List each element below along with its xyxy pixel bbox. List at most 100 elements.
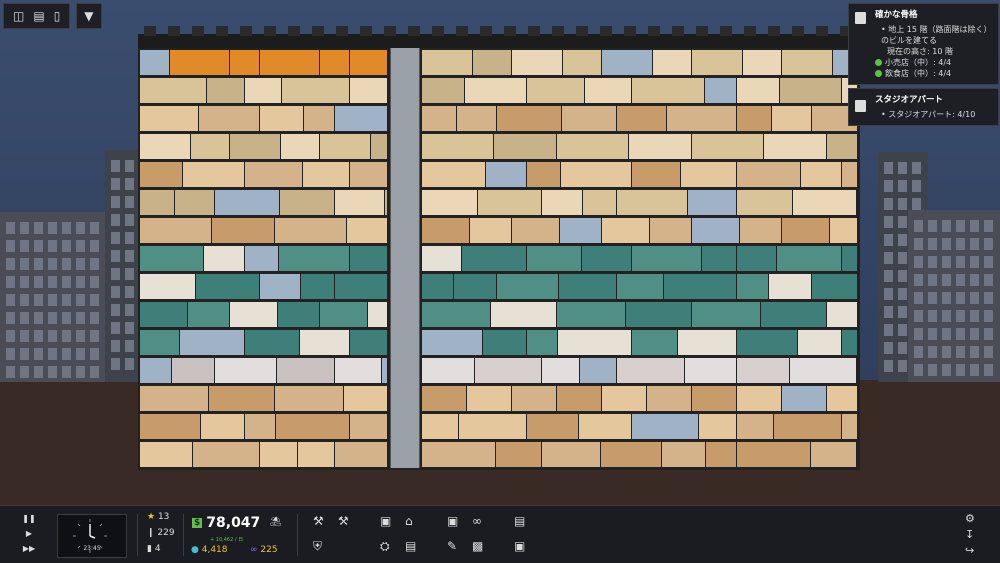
tower-floor[interactable] xyxy=(140,272,858,299)
tower-room[interactable] xyxy=(422,414,458,439)
tower-room[interactable] xyxy=(335,190,384,215)
tower-room[interactable] xyxy=(496,442,541,467)
tower-room[interactable] xyxy=(422,162,485,187)
tower-room[interactable] xyxy=(692,386,736,411)
tower-room[interactable] xyxy=(465,78,526,103)
tower-room[interactable] xyxy=(629,134,691,159)
tower-room[interactable] xyxy=(382,358,387,383)
tower-room[interactable] xyxy=(230,134,280,159)
tower-room[interactable] xyxy=(559,274,616,299)
tower-room[interactable] xyxy=(320,50,349,75)
tower-room[interactable] xyxy=(632,246,701,271)
tower-room[interactable] xyxy=(699,414,736,439)
tower-room[interactable] xyxy=(777,246,841,271)
tower-room[interactable] xyxy=(347,218,387,243)
tower-room[interactable] xyxy=(772,106,811,131)
tower-room[interactable] xyxy=(245,78,281,103)
tower-room[interactable] xyxy=(459,414,526,439)
tower-room[interactable] xyxy=(527,414,578,439)
tower-room[interactable] xyxy=(782,218,829,243)
download-icon[interactable]: ↧ xyxy=(965,528,974,541)
tower-room[interactable] xyxy=(512,218,559,243)
tower-room[interactable] xyxy=(457,106,496,131)
tower-room[interactable] xyxy=(385,190,387,215)
tower-room[interactable] xyxy=(320,302,367,327)
tower-room[interactable] xyxy=(557,134,628,159)
tower-room[interactable] xyxy=(602,218,649,243)
tower-room[interactable] xyxy=(140,78,206,103)
tower-room[interactable] xyxy=(685,358,736,383)
tower-room[interactable] xyxy=(801,162,841,187)
tower-room[interactable] xyxy=(774,414,841,439)
tower-room[interactable] xyxy=(422,386,466,411)
tower-room[interactable] xyxy=(215,190,279,215)
tower-room[interactable] xyxy=(798,330,841,355)
tower-room[interactable] xyxy=(617,106,666,131)
tower-room[interactable] xyxy=(275,218,346,243)
tower-floor[interactable] xyxy=(140,440,858,467)
tower-room[interactable] xyxy=(350,414,387,439)
tower-room[interactable] xyxy=(140,330,179,355)
tower-room[interactable] xyxy=(602,50,652,75)
windows-icon[interactable]: ◫ xyxy=(13,10,24,22)
tower-room[interactable] xyxy=(183,162,244,187)
tower-room[interactable] xyxy=(140,246,203,271)
tower-room[interactable] xyxy=(527,162,560,187)
tower-room[interactable] xyxy=(563,50,601,75)
bulldozer-icon[interactable]: ⛨ xyxy=(313,539,322,554)
tower-room[interactable] xyxy=(207,78,244,103)
document-icon[interactable]: ▤ xyxy=(514,514,525,528)
tower-room[interactable] xyxy=(617,190,687,215)
tower-room[interactable] xyxy=(830,218,857,243)
chart-icon[interactable]: ▤ xyxy=(33,10,44,22)
tower-floor[interactable] xyxy=(140,216,858,243)
pause-icon[interactable]: ❚❚ xyxy=(22,514,36,523)
tower-room[interactable] xyxy=(215,358,276,383)
tower-room[interactable] xyxy=(335,274,387,299)
tower-room[interactable] xyxy=(140,274,195,299)
tower-room[interactable] xyxy=(737,358,789,383)
tower-room[interactable] xyxy=(245,414,275,439)
handshake-tool-icon[interactable]: ∞ xyxy=(472,514,482,528)
tower-room[interactable] xyxy=(557,302,625,327)
tower-room[interactable] xyxy=(662,442,705,467)
construct-icon[interactable]: ⚒ xyxy=(313,514,324,528)
tower-room[interactable] xyxy=(282,78,349,103)
tower-room[interactable] xyxy=(320,134,370,159)
tower-room[interactable] xyxy=(688,190,736,215)
tower-room[interactable] xyxy=(512,50,562,75)
tower-room[interactable] xyxy=(140,218,211,243)
book-icon[interactable]: ▯ xyxy=(54,10,61,22)
tower-room[interactable] xyxy=(842,414,857,439)
fast-forward-icon[interactable]: ▶▶ xyxy=(22,544,36,553)
tower-room[interactable] xyxy=(664,274,736,299)
tower-room[interactable] xyxy=(827,386,857,411)
tower-floor[interactable] xyxy=(140,188,858,215)
tower-floor[interactable] xyxy=(140,160,858,187)
gear-icon[interactable]: ⚙ xyxy=(965,512,975,525)
tower-room[interactable] xyxy=(617,358,684,383)
tower-floor[interactable] xyxy=(140,132,858,159)
tower-room[interactable] xyxy=(350,246,387,271)
tower-room[interactable] xyxy=(245,330,299,355)
tower-room[interactable] xyxy=(335,358,381,383)
tower-room[interactable] xyxy=(350,330,387,355)
tower-room[interactable] xyxy=(632,162,680,187)
tower-room[interactable] xyxy=(842,162,857,187)
tower-room[interactable] xyxy=(790,358,856,383)
tower-room[interactable] xyxy=(260,50,319,75)
tower-room[interactable] xyxy=(782,386,826,411)
tower-room[interactable] xyxy=(335,442,387,467)
tower-room[interactable] xyxy=(304,106,334,131)
tower-room[interactable] xyxy=(702,246,736,271)
tower-room[interactable] xyxy=(706,442,736,467)
tower-floor[interactable] xyxy=(140,104,858,131)
tower-room[interactable] xyxy=(140,134,190,159)
tower-room[interactable] xyxy=(560,218,601,243)
cube-icon[interactable]: ▣ xyxy=(447,514,458,528)
tower-room[interactable] xyxy=(737,386,781,411)
tower-floor[interactable] xyxy=(140,412,858,439)
tower-floor[interactable] xyxy=(140,328,858,355)
tower-room[interactable] xyxy=(212,218,274,243)
tower-room[interactable] xyxy=(632,78,704,103)
